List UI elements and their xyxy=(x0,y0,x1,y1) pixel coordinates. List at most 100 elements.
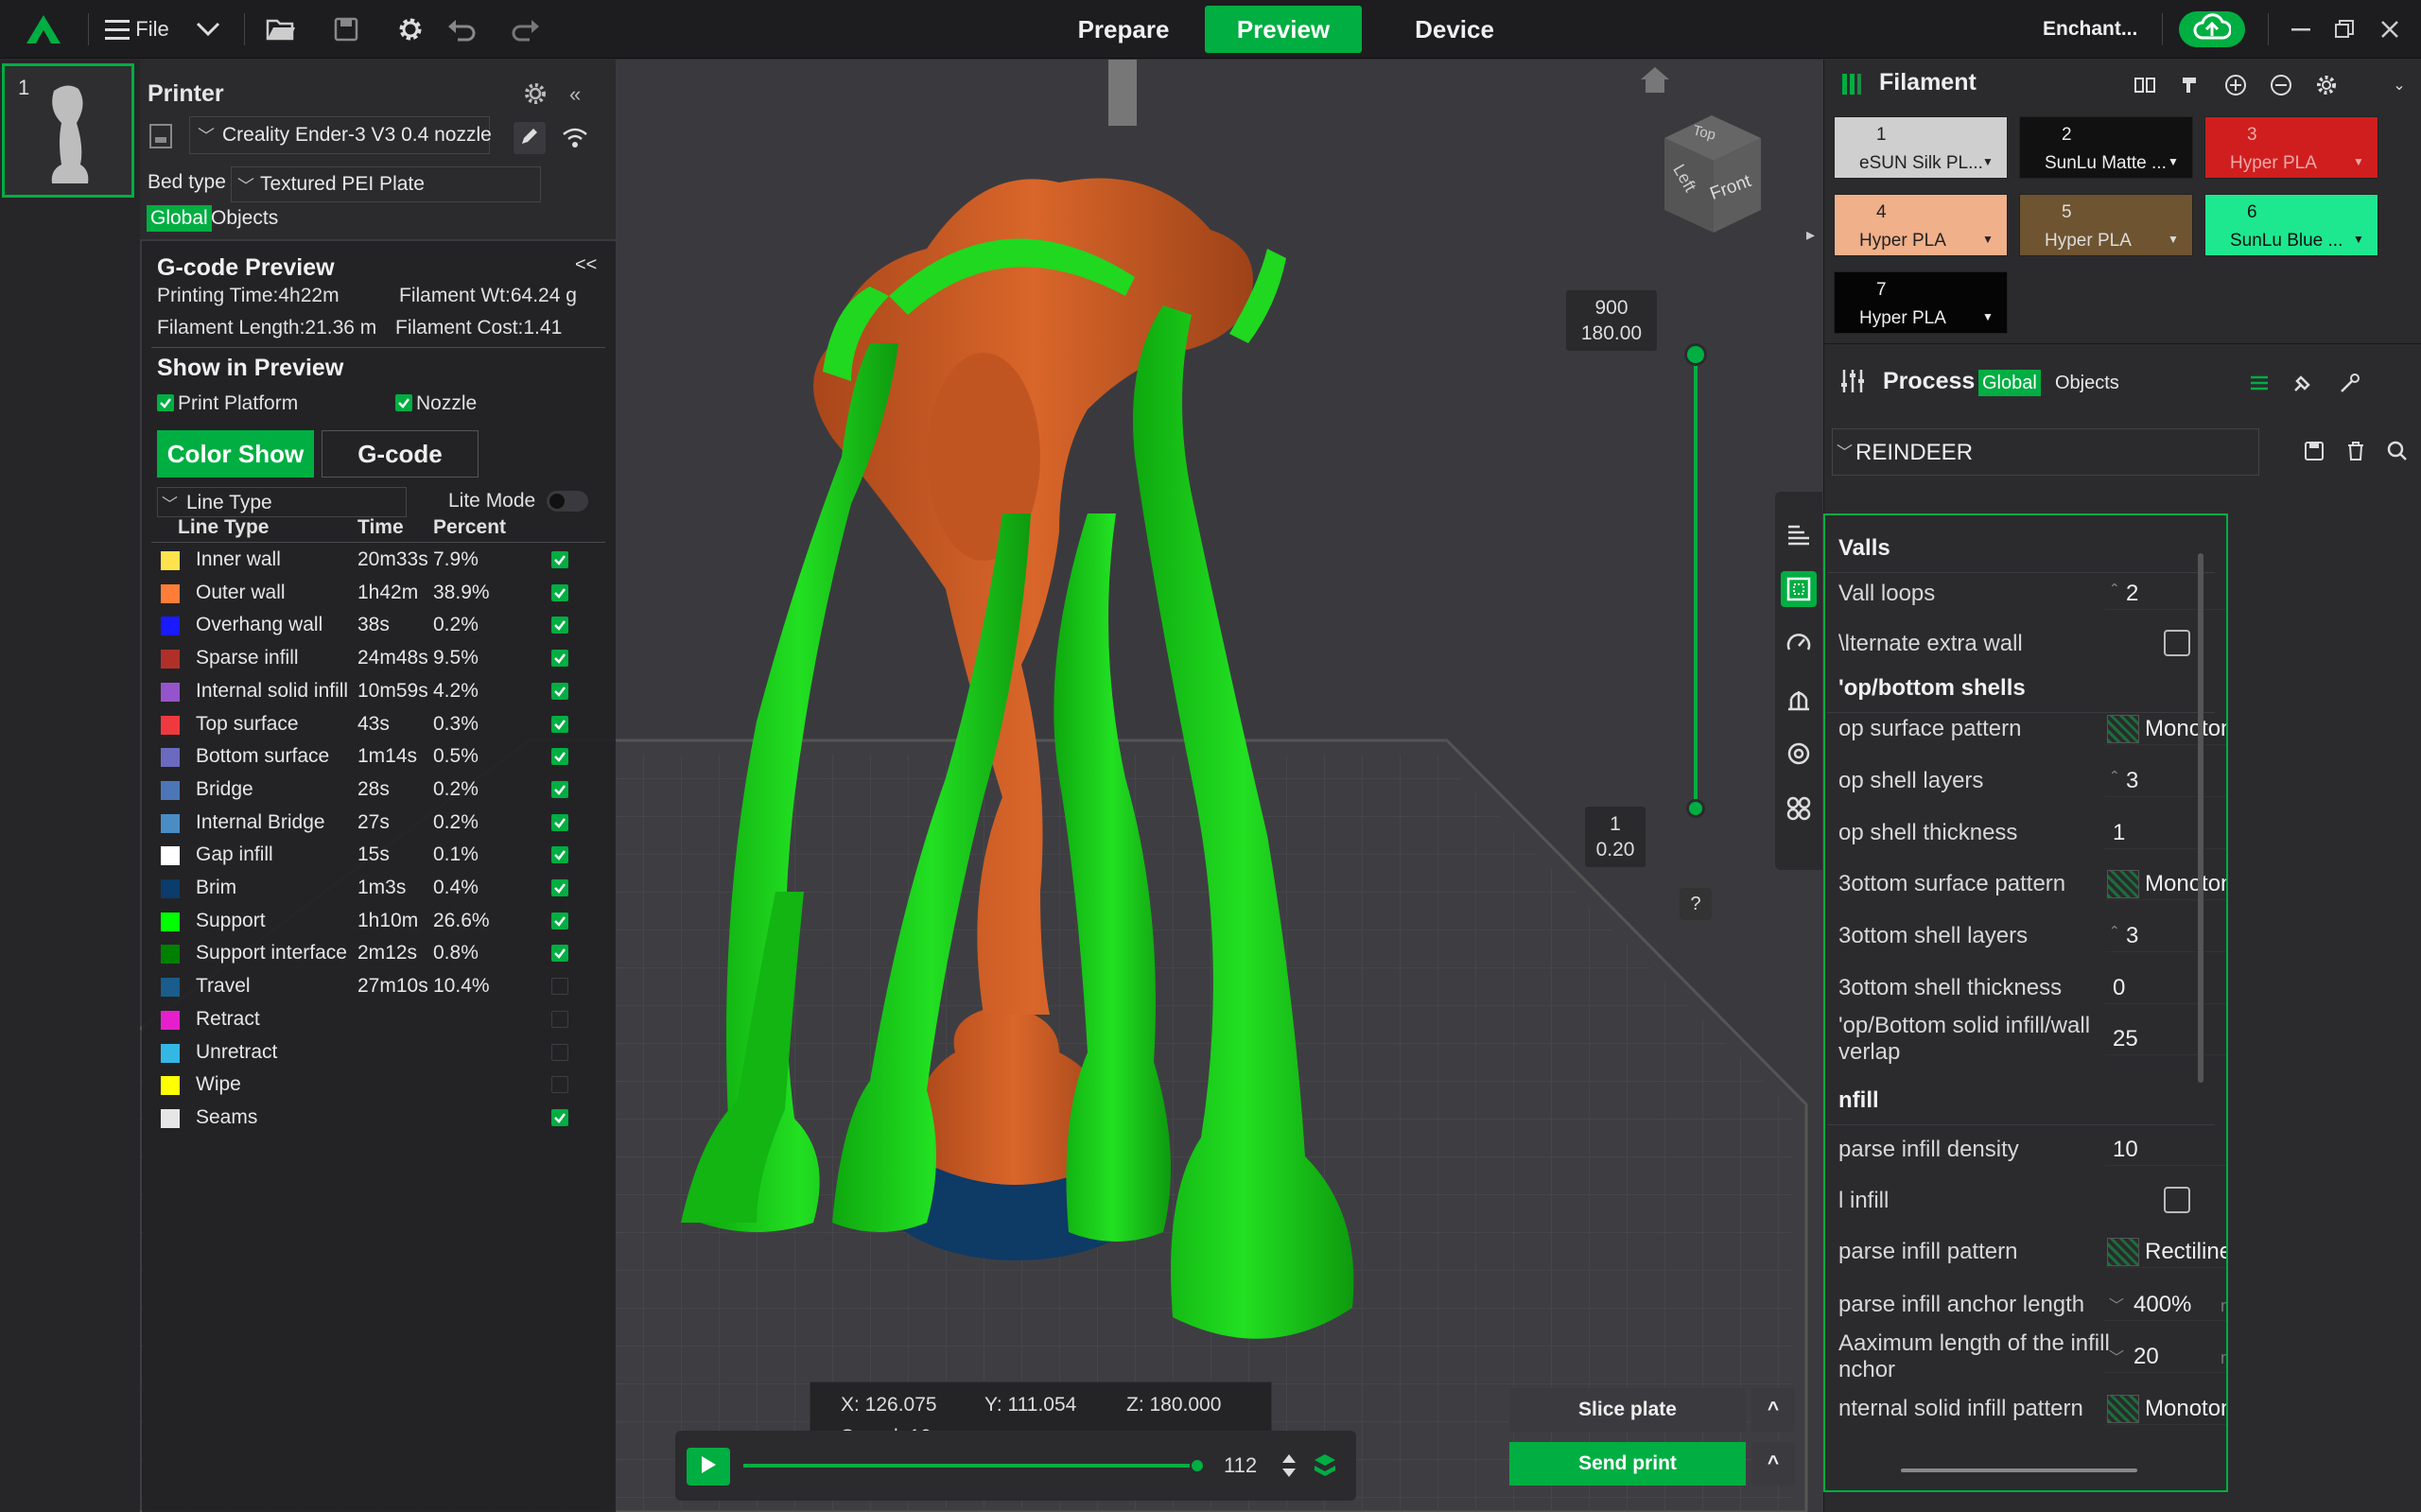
add-filament-icon[interactable] xyxy=(2221,71,2250,99)
setting-field[interactable]: Monotonic l... xyxy=(2105,713,2226,745)
send-print-button[interactable]: Send print xyxy=(1509,1442,1746,1486)
spin-arrows-icon[interactable]: ⌃ xyxy=(2109,582,2120,595)
tab-global[interactable]: Global xyxy=(147,205,212,232)
close-icon[interactable] xyxy=(2376,13,2404,45)
setting-field[interactable]: ⌃3layers xyxy=(2105,765,2226,797)
legend-visibility-checkbox[interactable] xyxy=(551,715,568,733)
collapse-left-icon[interactable]: « xyxy=(569,82,581,107)
process-tab-global[interactable]: Global xyxy=(1978,370,2041,396)
legend-visibility-checkbox[interactable] xyxy=(551,1108,568,1126)
move-slider-handle[interactable] xyxy=(1190,1458,1205,1473)
chevron-down-icon[interactable]: ﹀ xyxy=(2109,1293,2124,1315)
setting-field[interactable]: ⌃ 2 xyxy=(2105,578,2226,610)
view-cube[interactable]: Top Left Front xyxy=(1655,112,1767,235)
save-icon[interactable] xyxy=(329,13,363,45)
spin-arrows-icon[interactable]: ⌃ xyxy=(2109,924,2120,937)
filament-slot[interactable]: 7 Hyper PLA ▼ xyxy=(1834,271,2008,334)
slice-plate-button[interactable]: Slice plate xyxy=(1509,1388,1746,1432)
advanced-toggle-icon[interactable] xyxy=(2288,368,2318,398)
restore-icon[interactable] xyxy=(2330,13,2359,45)
process-preset-select[interactable]: ﹀ REINDEER xyxy=(1832,428,2259,476)
legend-visibility-checkbox[interactable] xyxy=(551,780,568,798)
save-preset-icon[interactable] xyxy=(2299,436,2329,466)
legend-visibility-checkbox[interactable] xyxy=(551,551,568,568)
nozzle-checkbox[interactable] xyxy=(395,394,412,411)
send-options-chevron[interactable]: ^ xyxy=(1751,1442,1795,1486)
remove-filament-icon[interactable] xyxy=(2267,71,2295,99)
undo-icon[interactable] xyxy=(443,13,480,45)
collapse-filament-icon[interactable]: ⌄ xyxy=(2388,71,2411,99)
settings-hscrollbar[interactable] xyxy=(1901,1469,2137,1472)
layer-slider-track[interactable] xyxy=(1684,343,1707,818)
search-icon[interactable] xyxy=(2382,436,2412,466)
file-menu[interactable]: File xyxy=(98,11,174,47)
move-slider-track[interactable] xyxy=(743,1458,1205,1473)
setting-checkbox[interactable] xyxy=(2164,630,2190,656)
gcode-collapse-button[interactable]: << xyxy=(575,254,597,276)
app-logo-icon[interactable] xyxy=(23,11,64,47)
paint-icon[interactable] xyxy=(2176,71,2204,99)
legend-visibility-checkbox[interactable] xyxy=(551,583,568,601)
support-category-icon[interactable] xyxy=(1781,681,1817,717)
setting-field[interactable]: ﹀ 20 mm or % xyxy=(2105,1341,2226,1373)
setting-field[interactable]: Rectilinear xyxy=(2105,1236,2226,1268)
legend-visibility-checkbox[interactable] xyxy=(551,748,568,766)
tab-objects[interactable]: Objects xyxy=(207,205,282,232)
plate-thumbnail[interactable]: 1 xyxy=(2,63,134,198)
setting-field[interactable]: 10% xyxy=(2105,1134,2226,1166)
legend-visibility-checkbox[interactable] xyxy=(551,978,568,996)
print-platform-checkbox[interactable] xyxy=(157,394,174,411)
quality-category-icon[interactable] xyxy=(1781,516,1817,552)
legend-visibility-checkbox[interactable] xyxy=(551,1076,568,1094)
spin-arrows-icon[interactable] xyxy=(1280,1451,1298,1485)
layers-icon[interactable] xyxy=(1311,1451,1339,1485)
legend-visibility-checkbox[interactable] xyxy=(551,1010,568,1028)
slice-options-chevron[interactable]: ^ xyxy=(1751,1388,1795,1432)
setting-field[interactable]: 1mm xyxy=(2105,817,2226,849)
chevron-down-icon[interactable]: ﹀ xyxy=(2109,1345,2124,1367)
settings-scrollbar[interactable] xyxy=(2198,553,2203,1083)
filament-settings-icon[interactable] xyxy=(2312,71,2341,99)
legend-visibility-checkbox[interactable] xyxy=(551,879,568,896)
view-type-select[interactable]: ﹀ Line Type xyxy=(157,487,407,517)
play-button[interactable] xyxy=(687,1448,730,1486)
home-view-icon[interactable] xyxy=(1638,64,1672,96)
multimaterial-category-icon[interactable] xyxy=(1781,736,1817,772)
bed-type-select[interactable]: ﹀ Textured PEI Plate xyxy=(231,166,541,202)
edit-printer-button[interactable] xyxy=(514,122,546,154)
filament-slot[interactable]: 3 Hyper PLA ▼ xyxy=(2204,116,2378,179)
move-value[interactable]: 112 xyxy=(1224,1453,1257,1478)
gear-icon[interactable] xyxy=(392,11,429,47)
filament-slot[interactable]: 6 SunLu Blue ... ▼ xyxy=(2204,194,2378,256)
open-folder-icon[interactable] xyxy=(263,13,299,45)
filament-slot[interactable]: 1 eSUN Silk PL... ▼ xyxy=(1834,116,2008,179)
legend-visibility-checkbox[interactable] xyxy=(551,617,568,634)
gcode-button[interactable]: G-code xyxy=(322,430,479,478)
legend-visibility-checkbox[interactable] xyxy=(551,945,568,963)
tab-prepare[interactable]: Prepare xyxy=(1052,6,1195,53)
collapse-right-arrow[interactable]: ▸ xyxy=(1806,225,1820,253)
cloud-upload-button[interactable] xyxy=(2179,11,2245,47)
printer-settings-gear-icon[interactable] xyxy=(522,80,549,112)
color-show-button[interactable]: Color Show xyxy=(157,430,314,478)
chevron-down-icon[interactable] xyxy=(191,13,225,45)
legend-visibility-checkbox[interactable] xyxy=(551,846,568,864)
setting-field[interactable]: ﹀ 400% mm or % xyxy=(2105,1289,2226,1321)
legend-visibility-checkbox[interactable] xyxy=(551,650,568,668)
filament-slot[interactable]: 4 Hyper PLA ▼ xyxy=(1834,194,2008,256)
minimize-icon[interactable] xyxy=(2287,13,2315,45)
help-button[interactable]: ? xyxy=(1680,888,1712,920)
wifi-icon[interactable] xyxy=(562,126,588,153)
setting-field[interactable]: ⌃3layers xyxy=(2105,920,2226,952)
strength-category-icon[interactable] xyxy=(1781,571,1817,607)
setting-field[interactable]: 0mm xyxy=(2105,972,2226,1004)
redo-icon[interactable] xyxy=(507,13,545,45)
setting-field[interactable]: Monotonic l... xyxy=(2105,868,2226,900)
tab-preview[interactable]: Preview xyxy=(1205,6,1362,53)
legend-visibility-checkbox[interactable] xyxy=(551,912,568,930)
filament-slot[interactable]: 5 Hyper PLA ▼ xyxy=(2019,194,2193,256)
setting-field[interactable]: Monotonic xyxy=(2105,1393,2226,1425)
process-tab-objects[interactable]: Objects xyxy=(2051,370,2123,396)
legend-visibility-checkbox[interactable] xyxy=(551,1043,568,1061)
layer-bottom-handle[interactable] xyxy=(1686,799,1705,818)
